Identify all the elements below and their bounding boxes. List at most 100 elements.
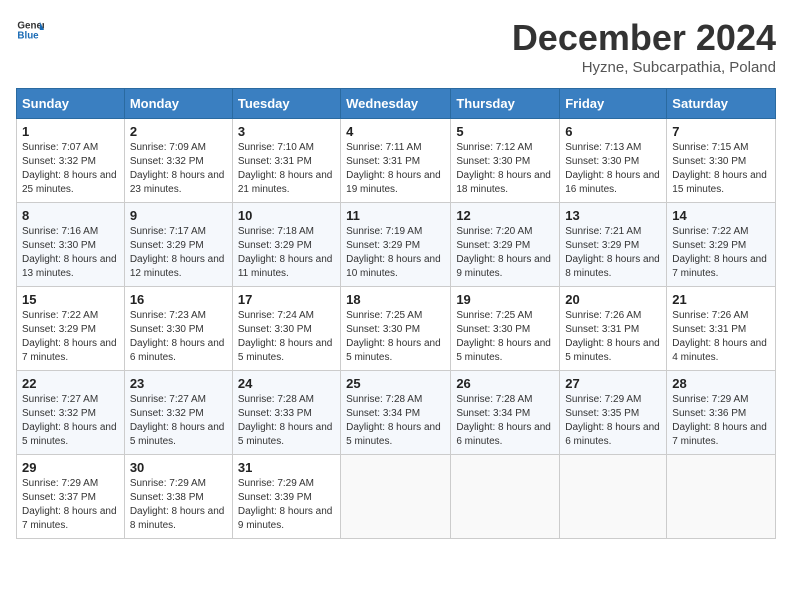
calendar-cell: 18 Sunrise: 7:25 AMSunset: 3:30 PMDayligh… xyxy=(341,287,451,371)
calendar-cell: 19 Sunrise: 7:25 AMSunset: 3:30 PMDayligh… xyxy=(451,287,560,371)
day-number: 25 xyxy=(346,376,445,391)
day-info: Sunrise: 7:07 AMSunset: 3:32 PMDaylight:… xyxy=(22,141,119,197)
calendar-table: SundayMondayTuesdayWednesdayThursdayFrid… xyxy=(16,88,776,539)
calendar-header-row: SundayMondayTuesdayWednesdayThursdayFrid… xyxy=(17,89,776,119)
day-number: 6 xyxy=(565,124,661,139)
day-number: 29 xyxy=(22,460,119,475)
calendar-week-row: 15Sunrise: 7:22 AMSunset: 3:29 PMDayligh… xyxy=(17,287,776,371)
day-info: Sunrise: 7:24 AMSunset: 3:30 PMDaylight:… xyxy=(238,309,335,365)
day-number: 23 xyxy=(130,376,227,391)
day-info: Sunrise: 7:29 AMSunset: 3:36 PMDaylight:… xyxy=(672,393,770,449)
day-info: Sunrise: 7:27 AMSunset: 3:32 PMDaylight:… xyxy=(22,393,119,449)
calendar-cell xyxy=(560,455,667,539)
day-number: 24 xyxy=(238,376,335,391)
calendar-cell: 10 Sunrise: 7:18 AMSunset: 3:29 PMDayligh… xyxy=(232,203,340,287)
day-info: Sunrise: 7:26 AMSunset: 3:31 PMDaylight:… xyxy=(565,309,661,365)
day-info: Sunrise: 7:11 AMSunset: 3:31 PMDaylight:… xyxy=(346,141,445,197)
day-of-week-header: Saturday xyxy=(667,89,776,119)
calendar-cell xyxy=(341,455,451,539)
day-number: 20 xyxy=(565,292,661,307)
calendar-cell xyxy=(667,455,776,539)
day-info: Sunrise: 7:27 AMSunset: 3:32 PMDaylight:… xyxy=(130,393,227,449)
day-info: Sunrise: 7:26 AMSunset: 3:31 PMDaylight:… xyxy=(672,309,770,365)
day-number: 18 xyxy=(346,292,445,307)
calendar-cell: 13Sunrise: 7:21 AMSunset: 3:29 PMDayligh… xyxy=(560,203,667,287)
calendar-cell: 28 Sunrise: 7:29 AMSunset: 3:36 PMDayligh… xyxy=(667,371,776,455)
calendar-cell: 31Sunrise: 7:29 AMSunset: 3:39 PMDayligh… xyxy=(232,455,340,539)
day-of-week-header: Monday xyxy=(124,89,232,119)
calendar-cell: 2Sunrise: 7:09 AMSunset: 3:32 PMDaylight… xyxy=(124,119,232,203)
calendar-cell: 4 Sunrise: 7:11 AMSunset: 3:31 PMDaylight… xyxy=(341,119,451,203)
day-number: 1 xyxy=(22,124,119,139)
day-info: Sunrise: 7:18 AMSunset: 3:29 PMDaylight:… xyxy=(238,225,335,281)
day-number: 26 xyxy=(456,376,554,391)
calendar-cell: 12 Sunrise: 7:20 AMSunset: 3:29 PMDayligh… xyxy=(451,203,560,287)
calendar-cell: 15Sunrise: 7:22 AMSunset: 3:29 PMDayligh… xyxy=(17,287,125,371)
day-info: Sunrise: 7:16 AMSunset: 3:30 PMDaylight:… xyxy=(22,225,119,281)
day-number: 19 xyxy=(456,292,554,307)
calendar-cell: 5 Sunrise: 7:12 AMSunset: 3:30 PMDaylight… xyxy=(451,119,560,203)
month-title: December 2024 xyxy=(512,16,776,59)
calendar-week-row: 1 Sunrise: 7:07 AMSunset: 3:32 PMDaylight… xyxy=(17,119,776,203)
day-number: 11 xyxy=(346,208,445,223)
day-of-week-header: Tuesday xyxy=(232,89,340,119)
day-info: Sunrise: 7:25 AMSunset: 3:30 PMDaylight:… xyxy=(456,309,554,365)
calendar-cell: 20 Sunrise: 7:26 AMSunset: 3:31 PMDayligh… xyxy=(560,287,667,371)
location-subtitle: Hyzne, Subcarpathia, Poland xyxy=(512,59,776,76)
day-info: Sunrise: 7:28 AMSunset: 3:34 PMDaylight:… xyxy=(346,393,445,449)
calendar-cell: 1 Sunrise: 7:07 AMSunset: 3:32 PMDaylight… xyxy=(17,119,125,203)
day-number: 31 xyxy=(238,460,335,475)
day-info: Sunrise: 7:19 AMSunset: 3:29 PMDaylight:… xyxy=(346,225,445,281)
calendar-week-row: 22Sunrise: 7:27 AMSunset: 3:32 PMDayligh… xyxy=(17,371,776,455)
day-info: Sunrise: 7:10 AMSunset: 3:31 PMDaylight:… xyxy=(238,141,335,197)
day-number: 16 xyxy=(130,292,227,307)
day-number: 2 xyxy=(130,124,227,139)
day-number: 4 xyxy=(346,124,445,139)
day-info: Sunrise: 7:12 AMSunset: 3:30 PMDaylight:… xyxy=(456,141,554,197)
day-info: Sunrise: 7:23 AMSunset: 3:30 PMDaylight:… xyxy=(130,309,227,365)
day-info: Sunrise: 7:21 AMSunset: 3:29 PMDaylight:… xyxy=(565,225,661,281)
day-info: Sunrise: 7:29 AMSunset: 3:37 PMDaylight:… xyxy=(22,477,119,533)
day-info: Sunrise: 7:20 AMSunset: 3:29 PMDaylight:… xyxy=(456,225,554,281)
logo: General Blue xyxy=(16,16,44,44)
day-number: 8 xyxy=(22,208,119,223)
day-of-week-header: Sunday xyxy=(17,89,125,119)
day-info: Sunrise: 7:13 AMSunset: 3:30 PMDaylight:… xyxy=(565,141,661,197)
day-number: 5 xyxy=(456,124,554,139)
day-number: 3 xyxy=(238,124,335,139)
calendar-cell: 9 Sunrise: 7:17 AMSunset: 3:29 PMDaylight… xyxy=(124,203,232,287)
day-number: 7 xyxy=(672,124,770,139)
calendar-cell: 25 Sunrise: 7:28 AMSunset: 3:34 PMDayligh… xyxy=(341,371,451,455)
calendar-cell: 3 Sunrise: 7:10 AMSunset: 3:31 PMDaylight… xyxy=(232,119,340,203)
day-of-week-header: Thursday xyxy=(451,89,560,119)
calendar-cell: 17 Sunrise: 7:24 AMSunset: 3:30 PMDayligh… xyxy=(232,287,340,371)
day-info: Sunrise: 7:28 AMSunset: 3:33 PMDaylight:… xyxy=(238,393,335,449)
day-number: 10 xyxy=(238,208,335,223)
calendar-cell: 11 Sunrise: 7:19 AMSunset: 3:29 PMDayligh… xyxy=(341,203,451,287)
day-number: 14 xyxy=(672,208,770,223)
calendar-cell: 14 Sunrise: 7:22 AMSunset: 3:29 PMDayligh… xyxy=(667,203,776,287)
calendar-cell: 26Sunrise: 7:28 AMSunset: 3:34 PMDayligh… xyxy=(451,371,560,455)
day-of-week-header: Friday xyxy=(560,89,667,119)
day-info: Sunrise: 7:15 AMSunset: 3:30 PMDaylight:… xyxy=(672,141,770,197)
day-info: Sunrise: 7:17 AMSunset: 3:29 PMDaylight:… xyxy=(130,225,227,281)
day-of-week-header: Wednesday xyxy=(341,89,451,119)
calendar-cell xyxy=(451,455,560,539)
day-number: 27 xyxy=(565,376,661,391)
calendar-cell: 7 Sunrise: 7:15 AMSunset: 3:30 PMDaylight… xyxy=(667,119,776,203)
day-number: 28 xyxy=(672,376,770,391)
svg-text:Blue: Blue xyxy=(17,30,39,41)
calendar-cell: 30Sunrise: 7:29 AMSunset: 3:38 PMDayligh… xyxy=(124,455,232,539)
calendar-cell: 6 Sunrise: 7:13 AMSunset: 3:30 PMDaylight… xyxy=(560,119,667,203)
calendar-week-row: 8 Sunrise: 7:16 AMSunset: 3:30 PMDaylight… xyxy=(17,203,776,287)
calendar-cell: 22Sunrise: 7:27 AMSunset: 3:32 PMDayligh… xyxy=(17,371,125,455)
page-header: General Blue December 2024 Hyzne, Subcar… xyxy=(16,16,776,76)
day-number: 15 xyxy=(22,292,119,307)
day-info: Sunrise: 7:25 AMSunset: 3:30 PMDaylight:… xyxy=(346,309,445,365)
calendar-week-row: 29 Sunrise: 7:29 AMSunset: 3:37 PMDayligh… xyxy=(17,455,776,539)
day-number: 12 xyxy=(456,208,554,223)
day-number: 17 xyxy=(238,292,335,307)
day-info: Sunrise: 7:22 AMSunset: 3:29 PMDaylight:… xyxy=(672,225,770,281)
day-number: 9 xyxy=(130,208,227,223)
calendar-cell: 27Sunrise: 7:29 AMSunset: 3:35 PMDayligh… xyxy=(560,371,667,455)
